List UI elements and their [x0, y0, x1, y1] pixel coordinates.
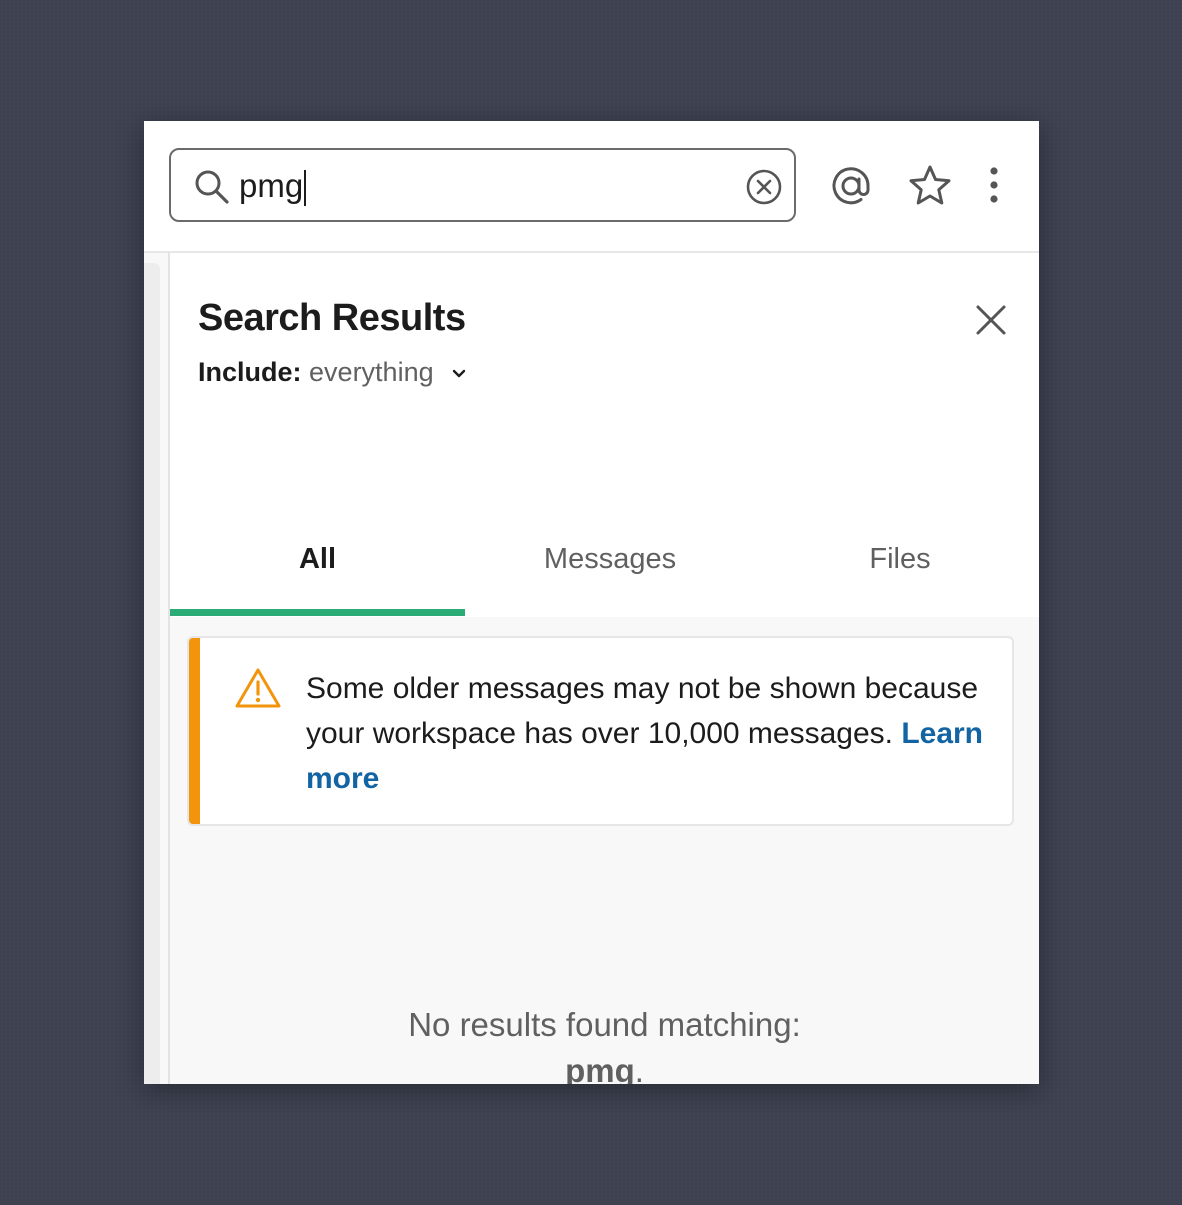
chevron-down-icon: [452, 369, 466, 378]
more-options-icon[interactable]: [970, 162, 1018, 210]
warning-text: Some older messages may not be shown bec…: [306, 672, 979, 750]
warning-accent-bar: [189, 638, 200, 824]
include-label: Include:: [198, 357, 302, 387]
close-icon[interactable]: [970, 299, 1012, 341]
tab-files[interactable]: Files: [810, 533, 990, 613]
search-query-text[interactable]: pmg: [239, 164, 307, 208]
empty-state: No results found matching: pmg.: [170, 1002, 1039, 1084]
include-filter-dropdown[interactable]: Include: everything: [198, 357, 469, 388]
empty-state-term: pmg: [565, 1052, 635, 1084]
mentions-at-icon[interactable]: [827, 162, 875, 210]
search-icon: [195, 170, 229, 204]
left-pane-scroll: [144, 263, 160, 1084]
empty-state-suffix: .: [634, 1052, 644, 1084]
saved-star-icon[interactable]: [906, 162, 954, 210]
clear-search-icon[interactable]: [745, 168, 783, 206]
active-tab-indicator: [170, 609, 465, 616]
warning-triangle-icon: [235, 668, 281, 708]
results-area: Some older messages may not be shown bec…: [170, 617, 1039, 1084]
tab-all[interactable]: All: [170, 533, 465, 613]
search-window: pmg Search Results Include: everything A…: [144, 121, 1039, 1084]
text-caret: [304, 170, 307, 207]
search-input[interactable]: pmg: [169, 148, 796, 222]
warning-message: Some older messages may not be shown bec…: [306, 666, 986, 801]
top-toolbar: pmg: [144, 121, 1039, 253]
include-value: everything: [309, 357, 434, 387]
tab-messages[interactable]: Messages: [510, 533, 710, 613]
page-title: Search Results: [198, 297, 466, 339]
search-results-panel: Search Results Include: everything All M…: [170, 253, 1039, 1084]
older-messages-warning: Some older messages may not be shown bec…: [187, 636, 1014, 826]
empty-state-message: No results found matching:: [408, 1006, 801, 1043]
search-query-value: pmg: [239, 167, 304, 204]
left-pane-edge: [144, 253, 170, 1084]
empty-state-term-line: pmg.: [170, 1048, 1039, 1084]
